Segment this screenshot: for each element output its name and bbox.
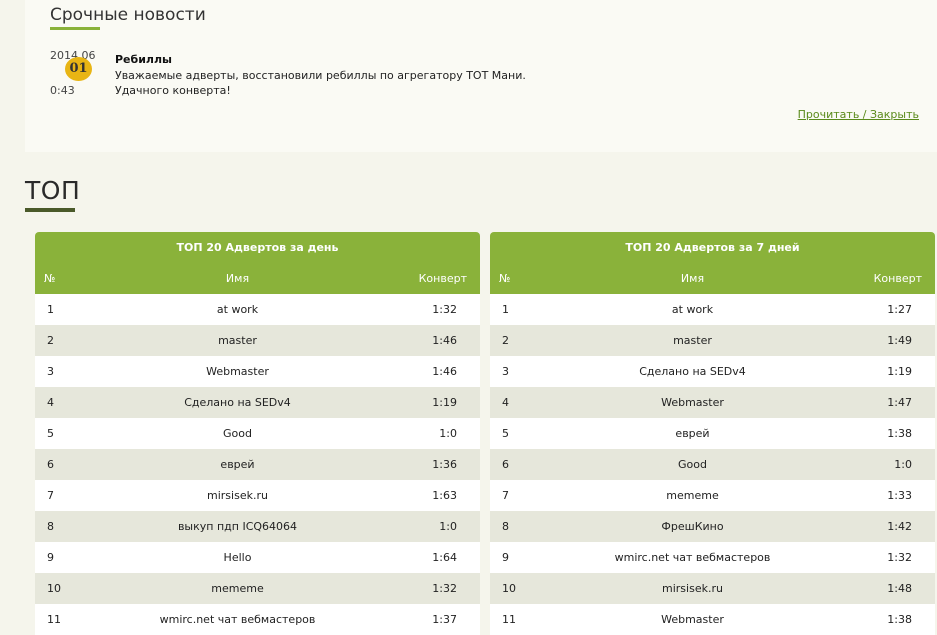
- table-row: 4 Webmaster 1:47: [490, 387, 935, 418]
- table-row: 8 выкуп пдп ICQ64064 1:0: [35, 511, 480, 542]
- row-name: mirsisek.ru: [662, 582, 723, 595]
- title-underline: [25, 208, 75, 212]
- urgent-news-title: Срочные новости: [50, 5, 206, 25]
- column-headers: № Имя Конверт: [35, 263, 480, 294]
- row-name: Webmaster: [661, 396, 724, 409]
- table-header: ТОП 20 Адвертов за день № Имя Конверт: [35, 232, 480, 294]
- news-day-badge: 01: [65, 57, 92, 81]
- news-time: 0:43: [50, 84, 75, 97]
- row-name: Good: [678, 458, 707, 471]
- news-body: Уважаемые адверты, восстановили ребиллы …: [115, 68, 526, 98]
- col-header-name: Имя: [225, 272, 250, 285]
- row-name: Webmaster: [206, 365, 269, 378]
- row-name: wmirc.net чат вебмастеров: [614, 551, 771, 564]
- row-conversion: 1:46: [432, 365, 457, 378]
- row-conversion: 1:33: [887, 489, 912, 502]
- table-title: ТОП 20 Адвертов за день: [176, 241, 339, 254]
- table-body: 1 at work 1:27 2 master 1:49 3 Сделано на SEDv4…: [490, 294, 935, 635]
- row-conversion: 1:38: [887, 427, 912, 440]
- top-section-title: ТОП: [25, 176, 81, 205]
- table-row: 2 master 1:46: [35, 325, 480, 356]
- row-conversion: 1:38: [887, 613, 912, 626]
- table-row: 6 Good 1:0: [490, 449, 935, 480]
- table-row: 7 mememe 1:33: [490, 480, 935, 511]
- news-headline: Ребиллы: [115, 53, 172, 66]
- row-conversion: 1:49: [887, 334, 912, 347]
- col-header-name: Имя: [680, 272, 705, 285]
- row-conversion: 1:27: [887, 303, 912, 316]
- table-row: 11 wmirc.net чат вебмастеров 1:37: [35, 604, 480, 635]
- row-conversion: 1:42: [887, 520, 912, 533]
- row-name: Сделано на SEDv4: [184, 396, 291, 409]
- row-conversion: 1:0: [439, 520, 457, 533]
- row-name: Webmaster: [661, 613, 724, 626]
- row-name: еврей: [220, 458, 255, 471]
- row-conversion: 1:37: [432, 613, 457, 626]
- top-week-table: ТОП 20 Адвертов за 7 дней № Имя Конверт …: [490, 232, 935, 635]
- read-close-link[interactable]: Прочитать / Закрыть: [798, 108, 919, 121]
- row-conversion: 1:36: [432, 458, 457, 471]
- row-name: mememe: [211, 582, 264, 595]
- row-name: master: [673, 334, 712, 347]
- row-conversion: 1:32: [432, 303, 457, 316]
- table-row: 11 Webmaster 1:38: [490, 604, 935, 635]
- col-header-conversion: Конверт: [873, 272, 922, 285]
- row-conversion: 1:19: [432, 396, 457, 409]
- table-row: 3 Webmaster 1:46: [35, 356, 480, 387]
- row-conversion: 1:0: [439, 427, 457, 440]
- table-row: 6 еврей 1:36: [35, 449, 480, 480]
- row-name: mememe: [666, 489, 719, 502]
- table-row: 9 wmirc.net чат вебмастеров 1:32: [490, 542, 935, 573]
- table-row: 1 at work 1:27: [490, 294, 935, 325]
- table-row: 4 Сделано на SEDv4 1:19: [35, 387, 480, 418]
- column-headers: № Имя Конверт: [490, 263, 935, 294]
- row-name: выкуп пдп ICQ64064: [177, 520, 298, 533]
- row-name: еврей: [675, 427, 710, 440]
- row-name: Сделано на SEDv4: [639, 365, 746, 378]
- row-conversion: 1:32: [887, 551, 912, 564]
- news-body-line: Удачного конверта!: [115, 84, 231, 97]
- row-conversion: 1:19: [887, 365, 912, 378]
- table-row: 9 Hello 1:64: [35, 542, 480, 573]
- table-row: 2 master 1:49: [490, 325, 935, 356]
- row-name: ФрешКино: [661, 520, 724, 533]
- row-conversion: 1:47: [887, 396, 912, 409]
- table-row: 5 Good 1:0: [35, 418, 480, 449]
- top-day-table: ТОП 20 Адвертов за день № Имя Конверт 1a…: [35, 232, 480, 635]
- row-conversion: 1:0: [894, 458, 912, 471]
- table-header: ТОП 20 Адвертов за 7 дней № Имя Конверт: [490, 232, 935, 294]
- table-row: 3 Сделано на SEDv4 1:19: [490, 356, 935, 387]
- title-underline: [50, 27, 100, 30]
- row-name: Good: [223, 427, 252, 440]
- table-row: 5 еврей 1:38: [490, 418, 935, 449]
- row-name: Hello: [223, 551, 252, 564]
- table-row: 1 at work 1:32: [35, 294, 480, 325]
- row-name: master: [218, 334, 257, 347]
- row-name: at work: [216, 303, 259, 316]
- table-row: 8 ФрешКино 1:42: [490, 511, 935, 542]
- row-conversion: 1:46: [432, 334, 457, 347]
- row-conversion: 1:48: [887, 582, 912, 595]
- table-row: 10 mirsisek.ru 1:48: [490, 573, 935, 604]
- row-conversion: 1:63: [432, 489, 457, 502]
- table-row: 10 mememe 1:32: [35, 573, 480, 604]
- table-title: ТОП 20 Адвертов за 7 дней: [625, 241, 800, 254]
- news-body-line: Уважаемые адверты, восстановили ребиллы …: [115, 69, 526, 82]
- table-body: 1 at work 1:32 2 master 1:46 3 Webmaster 1:46 4 Сд…: [35, 294, 480, 635]
- row-conversion: 1:32: [432, 582, 457, 595]
- col-header-conversion: Конверт: [418, 272, 467, 285]
- row-name: at work: [671, 303, 714, 316]
- table-row: 7 mirsisek.ru 1:63: [35, 480, 480, 511]
- row-conversion: 1:64: [432, 551, 457, 564]
- row-name: mirsisek.ru: [207, 489, 268, 502]
- row-name: wmirc.net чат вебмастеров: [159, 613, 316, 626]
